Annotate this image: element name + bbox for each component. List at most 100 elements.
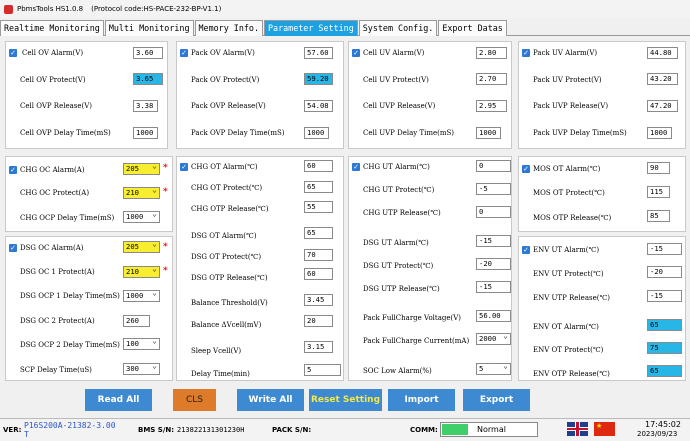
tab-system-config[interactable]: System Config. (358, 20, 438, 36)
env-ut-alarm-checkbox[interactable]: ✓ (522, 246, 530, 254)
pack-ov-panel: ✓ Pack OV Alarm(V) 57.60 Pack OV Protect… (176, 41, 344, 149)
cell-ovp-release-input[interactable]: 3.38 (133, 100, 158, 112)
dsg-oc1-protect-select[interactable]: 210 (123, 264, 160, 278)
mos-ot-protect-input[interactable]: 115 (647, 186, 670, 198)
chg-ocp-delay-select[interactable]: 1000 (123, 209, 160, 223)
pack-ov-alarm-checkbox[interactable]: ✓ (180, 49, 188, 57)
cell-uvp-release-input[interactable]: 2.95 (476, 100, 507, 112)
dsg-oc-alarm-checkbox[interactable]: ✓ (9, 244, 17, 252)
dsg-ocp1-delay-select[interactable]: 1000 (123, 288, 160, 302)
uk-flag-icon[interactable] (567, 422, 588, 436)
chg-ot-protect-input[interactable]: 65 (304, 181, 333, 193)
mos-ot-alarm-input[interactable]: 90 (647, 162, 670, 174)
pack-uv-panel: ✓ Pack UV Alarm(V) 44.80 Pack UV Protect… (518, 41, 686, 149)
chg-ut-alarm-input[interactable]: 0 (476, 160, 511, 172)
dsg-utp-release-input[interactable]: -15 (476, 281, 511, 293)
comm-label: COMM: (410, 426, 438, 434)
dsg-otp-release-input[interactable]: 60 (304, 268, 333, 280)
delay-time-input[interactable]: 5 (304, 364, 341, 376)
env-ut-protect-input[interactable]: -20 (647, 266, 682, 278)
dsg-ut-alarm-input[interactable]: -15 (476, 235, 511, 247)
protocol-code: (Protocol code:HS-PACE-232-BP-V1.1) (91, 5, 222, 13)
cell-uv-alarm-label: Cell UV Alarm(V) (363, 49, 425, 57)
pack-uv-alarm-input[interactable]: 44.80 (647, 47, 678, 59)
chg-utp-release-input[interactable]: 0 (476, 206, 511, 218)
pack-ovp-delay-input[interactable]: 1000 (304, 127, 329, 139)
chg-ot-alarm-label: CHG OT Alarm(℃) (191, 163, 258, 171)
chg-oc-alarm-checkbox[interactable]: ✓ (9, 166, 17, 174)
chg-ot-alarm-input[interactable]: 60 (304, 160, 333, 172)
dsg-ut-protect-input[interactable]: -20 (476, 258, 511, 270)
app-icon (4, 4, 13, 14)
pack-uvp-release-input[interactable]: 47.20 (647, 100, 678, 112)
pack-fullcharge-voltage-input[interactable]: 56.00 (476, 310, 511, 322)
cell-uv-alarm-input[interactable]: 2.80 (476, 47, 507, 59)
import-button[interactable]: Import (388, 389, 455, 411)
pack-uvp-delay-input[interactable]: 1000 (647, 127, 672, 139)
dsg-ocp2-delay-select[interactable]: 100 (123, 336, 160, 350)
cls-button[interactable]: CLS (173, 389, 216, 411)
chg-oc-protect-select[interactable]: 210 (123, 185, 160, 199)
cell-ov-alarm-input[interactable]: 3.60 (133, 47, 163, 59)
dsg-oc1-protect-label: DSG OC 1 Protect(A) (20, 268, 95, 276)
tab-multi-monitoring[interactable]: Multi Monitoring (104, 20, 194, 36)
reset-setting-button[interactable]: Reset Setting (309, 389, 382, 411)
soc-low-alarm-select[interactable]: 5 (476, 361, 511, 375)
pack-uvp-release-label: Pack UVP Release(V) (533, 102, 609, 110)
pack-ovp-release-input[interactable]: 54.08 (304, 100, 333, 112)
pack-uv-alarm-checkbox[interactable]: ✓ (522, 49, 530, 57)
sleep-vcell-input[interactable]: 3.15 (304, 341, 333, 353)
cell-ovp-delay-input[interactable]: 1000 (133, 127, 158, 139)
scp-delay-select[interactable]: 300 (123, 361, 160, 375)
tab-parameter-setting[interactable]: Parameter Setting (264, 20, 358, 36)
env-ot-alarm-input[interactable]: 65 (647, 319, 682, 331)
tab-memory-info[interactable]: Memory Info. (194, 20, 264, 36)
env-ot-protect-input[interactable]: 75 (647, 342, 682, 354)
cn-flag-icon[interactable]: ★ (594, 422, 615, 436)
tab-export-datas[interactable]: Export Datas (438, 20, 507, 36)
chg-ot-alarm-checkbox[interactable]: ✓ (180, 163, 188, 171)
pack-ovp-release-label: Pack OVP Release(V) (191, 102, 266, 110)
env-ut-alarm-label: ENV UT Alarm(℃) (533, 246, 600, 254)
balance-dvcell-input[interactable]: 20 (304, 315, 333, 327)
cell-ov-panel: ✓ Cell OV Alarm(V) 3.60 Cell OV Protect(… (5, 41, 168, 149)
scp-delay-label: SCP Delay Time(uS) (20, 366, 92, 374)
env-temp-panel: ✓ ENV UT Alarm(℃) -15 ENV UT Protect(℃) … (518, 236, 686, 381)
dsg-ot-alarm-input[interactable]: 65 (304, 227, 333, 239)
tab-realtime-monitoring[interactable]: Realtime Monitoring (0, 20, 104, 36)
soc-low-alarm-label: SOC Low Alarm(%) (363, 367, 432, 375)
chg-ut-protect-input[interactable]: -5 (476, 183, 511, 195)
read-all-button[interactable]: Read All (85, 389, 152, 411)
cell-ov-protect-input[interactable]: 3.65 (133, 73, 163, 85)
pack-uv-protect-input[interactable]: 43.20 (647, 73, 678, 85)
cell-uvp-delay-input[interactable]: 1000 (476, 127, 501, 139)
chg-ut-alarm-checkbox[interactable]: ✓ (352, 163, 360, 171)
export-button[interactable]: Export (463, 389, 530, 411)
cell-ov-alarm-checkbox[interactable]: ✓ (9, 49, 17, 57)
dsg-ot-protect-input[interactable]: 70 (304, 249, 333, 261)
cell-uv-protect-input[interactable]: 2.70 (476, 73, 507, 85)
env-utp-release-label: ENV UTP Release(℃) (533, 294, 611, 302)
pack-ovp-delay-label: Pack OVP Delay Time(mS) (191, 129, 285, 137)
pack-uvp-delay-label: Pack UVP Delay Time(mS) (533, 129, 627, 137)
clock-date: 2023/09/23 (637, 430, 678, 438)
mos-otp-release-input[interactable]: 85 (647, 210, 670, 222)
chg-otp-release-input[interactable]: 55 (304, 201, 333, 213)
env-utp-release-input[interactable]: -15 (647, 290, 682, 302)
cell-uv-alarm-checkbox[interactable]: ✓ (352, 49, 360, 57)
pack-ov-protect-input[interactable]: 59.20 (304, 73, 333, 85)
title-bar: PbmsTools HS1.0.8 (Protocol code:HS-PACE… (0, 0, 690, 18)
write-all-button[interactable]: Write All (237, 389, 304, 411)
env-otp-release-input[interactable]: 65 (647, 365, 682, 377)
mos-ot-alarm-checkbox[interactable]: ✓ (522, 165, 530, 173)
pack-ov-alarm-input[interactable]: 57.60 (304, 47, 333, 59)
pack-fullcharge-current-select[interactable]: 2000 (476, 331, 511, 345)
pack-ov-protect-label: Pack OV Protect(V) (191, 76, 260, 84)
dsg-oc2-protect-input[interactable]: 260 (123, 315, 150, 327)
comm-status-box: Normal (440, 422, 538, 437)
env-ut-alarm-input[interactable]: -15 (647, 243, 682, 255)
required-marker: * (163, 266, 168, 276)
chg-oc-alarm-select[interactable]: 205 (123, 161, 160, 175)
balance-threshold-input[interactable]: 3.45 (304, 294, 333, 306)
dsg-oc-alarm-select[interactable]: 205 (123, 239, 160, 253)
